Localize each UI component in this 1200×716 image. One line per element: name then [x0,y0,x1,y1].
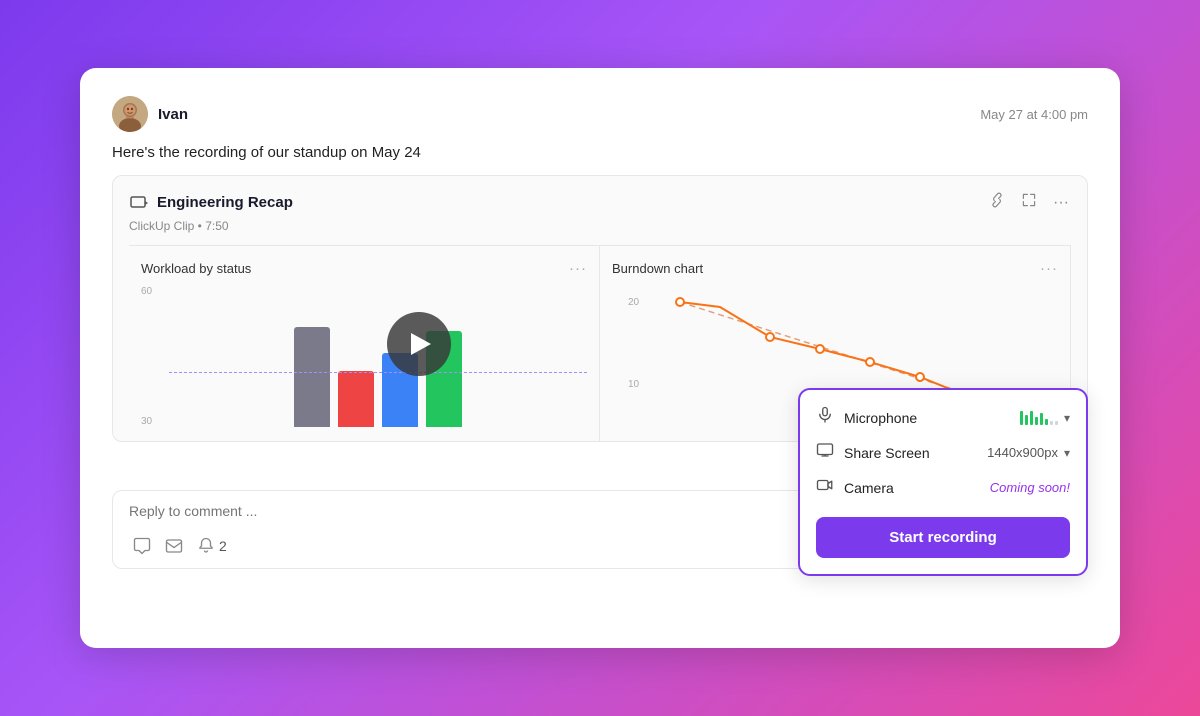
workload-chart-panel: Workload by status ··· 60 30 [129,246,600,441]
clip-more-button[interactable]: ··· [1051,192,1071,214]
camera-row: Camera Coming soon! [816,476,1070,499]
timestamp: May 27 at 4:00 pm [980,107,1088,122]
bar-chart-labels: 60 30 [141,287,152,427]
main-card: Ivan May 27 at 4:00 pm Here's the record… [80,68,1120,648]
share-screen-icon [816,441,834,464]
bar-group [169,327,587,427]
svg-text:20: 20 [628,297,640,308]
reply-toolbar-left: 2 [129,533,231,559]
notifications-button[interactable]: 2 [193,533,231,559]
bar-red [338,371,374,427]
vol-bar-1 [1020,411,1023,425]
microphone-chevron[interactable]: ▾ [1064,411,1070,425]
microphone-row: Microphone ▾ [816,406,1070,429]
microphone-row-left: Microphone [816,406,917,429]
clip-meta: ClickUp Clip • 7:50 [129,219,1071,233]
clip-title-row: Engineering Recap [129,193,293,213]
share-screen-row-left: Share Screen [816,441,930,464]
workload-chart-more-button[interactable]: ··· [569,260,587,277]
play-button[interactable] [387,312,451,376]
microphone-icon [816,406,834,429]
burndown-chart-more-button[interactable]: ··· [1040,260,1058,277]
bar-label-60: 60 [141,287,152,297]
vol-bar-7 [1050,421,1053,425]
camera-label: Camera [844,480,894,496]
bar-label-30: 30 [141,417,152,427]
bar-gray [294,327,330,427]
workload-chart-title-row: Workload by status ··· [141,260,587,277]
burndown-chart-title: Burndown chart [612,261,703,276]
microphone-row-right: ▾ [1020,411,1070,425]
microphone-label: Microphone [844,410,917,426]
vol-bar-6 [1045,419,1048,425]
clip-expand-button[interactable] [1019,190,1039,215]
share-screen-row: Share Screen 1440x900px ▾ [816,441,1070,464]
start-recording-button[interactable]: Start recording [816,517,1070,558]
camera-row-left: Camera [816,476,894,499]
chat-icon-button[interactable] [129,533,155,559]
svg-text:10: 10 [628,379,640,390]
burndown-chart-title-row: Burndown chart ··· [612,260,1058,277]
workload-chart-title: Workload by status [141,261,251,276]
message-text: Here's the recording of our standup on M… [112,144,1088,161]
vol-bar-3 [1030,411,1033,425]
recording-popup: Microphone ▾ [798,388,1088,576]
msg-header-left: Ivan [112,96,188,132]
workload-bar-chart: 60 30 [141,287,587,427]
vol-bar-4 [1035,417,1038,425]
share-screen-chevron[interactable]: ▾ [1064,446,1070,460]
coming-soon-badge: Coming soon! [990,480,1070,495]
username: Ivan [158,106,188,123]
clip-icon [129,193,149,213]
vol-bar-2 [1025,415,1028,425]
share-screen-row-right: 1440x900px ▾ [987,445,1070,460]
volume-bars [1020,411,1058,425]
clip-link-button[interactable] [987,190,1007,215]
clip-title: Engineering Recap [157,194,293,211]
message-header: Ivan May 27 at 4:00 pm [112,96,1088,132]
vol-bar-5 [1040,413,1043,425]
avatar [112,96,148,132]
share-screen-label: Share Screen [844,445,930,461]
clip-actions: ··· [987,190,1071,215]
vol-bar-8 [1055,421,1058,425]
screen-resolution: 1440x900px [987,445,1058,460]
camera-row-right: Coming soon! [990,480,1070,495]
email-icon-button[interactable] [161,533,187,559]
camera-popup-icon [816,476,834,499]
clip-header: Engineering Recap ··· [129,190,1071,215]
notification-count: 2 [219,538,227,554]
play-icon [411,333,431,355]
